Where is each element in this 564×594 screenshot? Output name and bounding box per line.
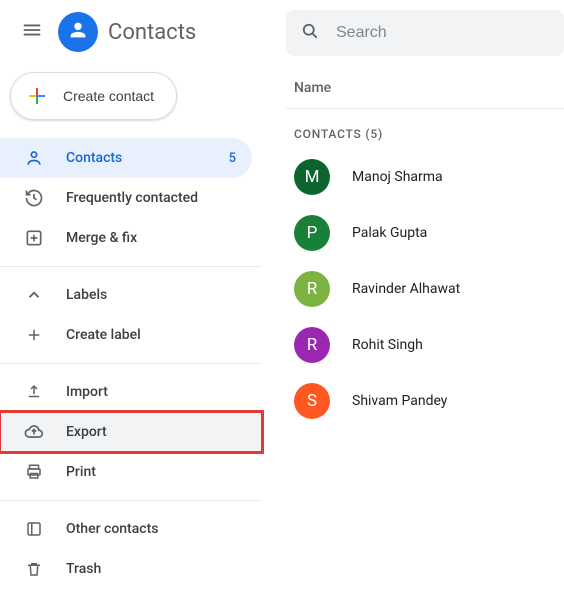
person-outline-icon [24,148,44,168]
sidebar-item-label: Labels [66,287,236,303]
app-title: Contacts [108,20,196,45]
sidebar-item-contacts[interactable]: Contacts 5 [0,138,252,178]
contact-row[interactable]: P Palak Gupta [286,205,564,261]
search-bar[interactable] [286,10,564,56]
sidebar-item-label: Export [66,424,246,440]
cloud-upload-icon [24,422,44,442]
create-contact-button[interactable]: Create contact [10,72,177,120]
sidebar-item-other-contacts[interactable]: Other contacts [0,509,252,549]
sidebar-item-label: Contacts [66,150,229,166]
hamburger-menu-button[interactable] [12,12,52,52]
contact-row[interactable]: M Manoj Sharma [286,149,564,205]
contact-name: Ravinder Alhawat [352,281,460,297]
divider [0,266,262,267]
contact-row[interactable]: R Rohit Singh [286,317,564,373]
sidebar-item-create-label[interactable]: Create label [0,315,252,355]
avatar: R [294,327,330,363]
menu-icon [21,19,43,45]
contact-name: Rohit Singh [352,337,423,353]
contacts-list: M Manoj Sharma P Palak Gupta R Ravinder Alhaw… [286,149,564,429]
sidebar-item-print[interactable]: Print [0,452,252,492]
create-contact-label: Create contact [63,88,154,104]
contact-name: Palak Gupta [352,225,427,241]
plus-icon [25,84,49,108]
sidebar-item-label: Merge & fix [66,230,236,246]
archive-icon [24,520,44,538]
contact-name: Manoj Sharma [352,169,443,185]
divider [0,363,262,364]
sidebar-item-trash[interactable]: Trash [0,549,252,589]
merge-icon [24,228,44,248]
plus-outline-icon [24,326,44,344]
sidebar-item-label: Create label [66,327,236,343]
contact-row[interactable]: R Ravinder Alhawat [286,261,564,317]
sidebar-item-label: Trash [66,561,236,577]
search-input[interactable] [334,23,550,43]
column-header-name: Name [286,56,564,109]
sidebar: Contacts Create contact Contacts 5 Frequ… [0,0,262,589]
main-panel: Name CONTACTS (5) M Manoj Sharma P Palak Gu… [262,0,564,589]
avatar: R [294,271,330,307]
sidebar-item-label: Import [66,384,236,400]
person-icon [67,19,89,45]
contact-row[interactable]: S Shivam Pandey [286,373,564,429]
avatar: M [294,159,330,195]
app-logo [58,12,98,52]
sidebar-item-label: Frequently contacted [66,190,236,206]
sidebar-item-merge[interactable]: Merge & fix [0,218,252,258]
sidebar-item-labels[interactable]: Labels [0,275,252,315]
print-icon [24,463,44,481]
chevron-up-icon [24,286,44,304]
section-label: CONTACTS (5) [286,109,564,149]
sidebar-item-import[interactable]: Import [0,372,252,412]
upload-icon [24,383,44,401]
sidebar-item-label: Other contacts [66,521,236,537]
trash-icon [24,560,44,578]
search-icon [300,21,320,45]
avatar: P [294,215,330,251]
sidebar-item-frequent[interactable]: Frequently contacted [0,178,252,218]
avatar: S [294,383,330,419]
sidebar-item-export[interactable]: Export [0,412,262,452]
sidebar-item-label: Print [66,464,236,480]
contact-name: Shivam Pandey [352,393,447,409]
history-icon [24,188,44,208]
divider [0,500,262,501]
contact-count: 5 [229,151,236,166]
